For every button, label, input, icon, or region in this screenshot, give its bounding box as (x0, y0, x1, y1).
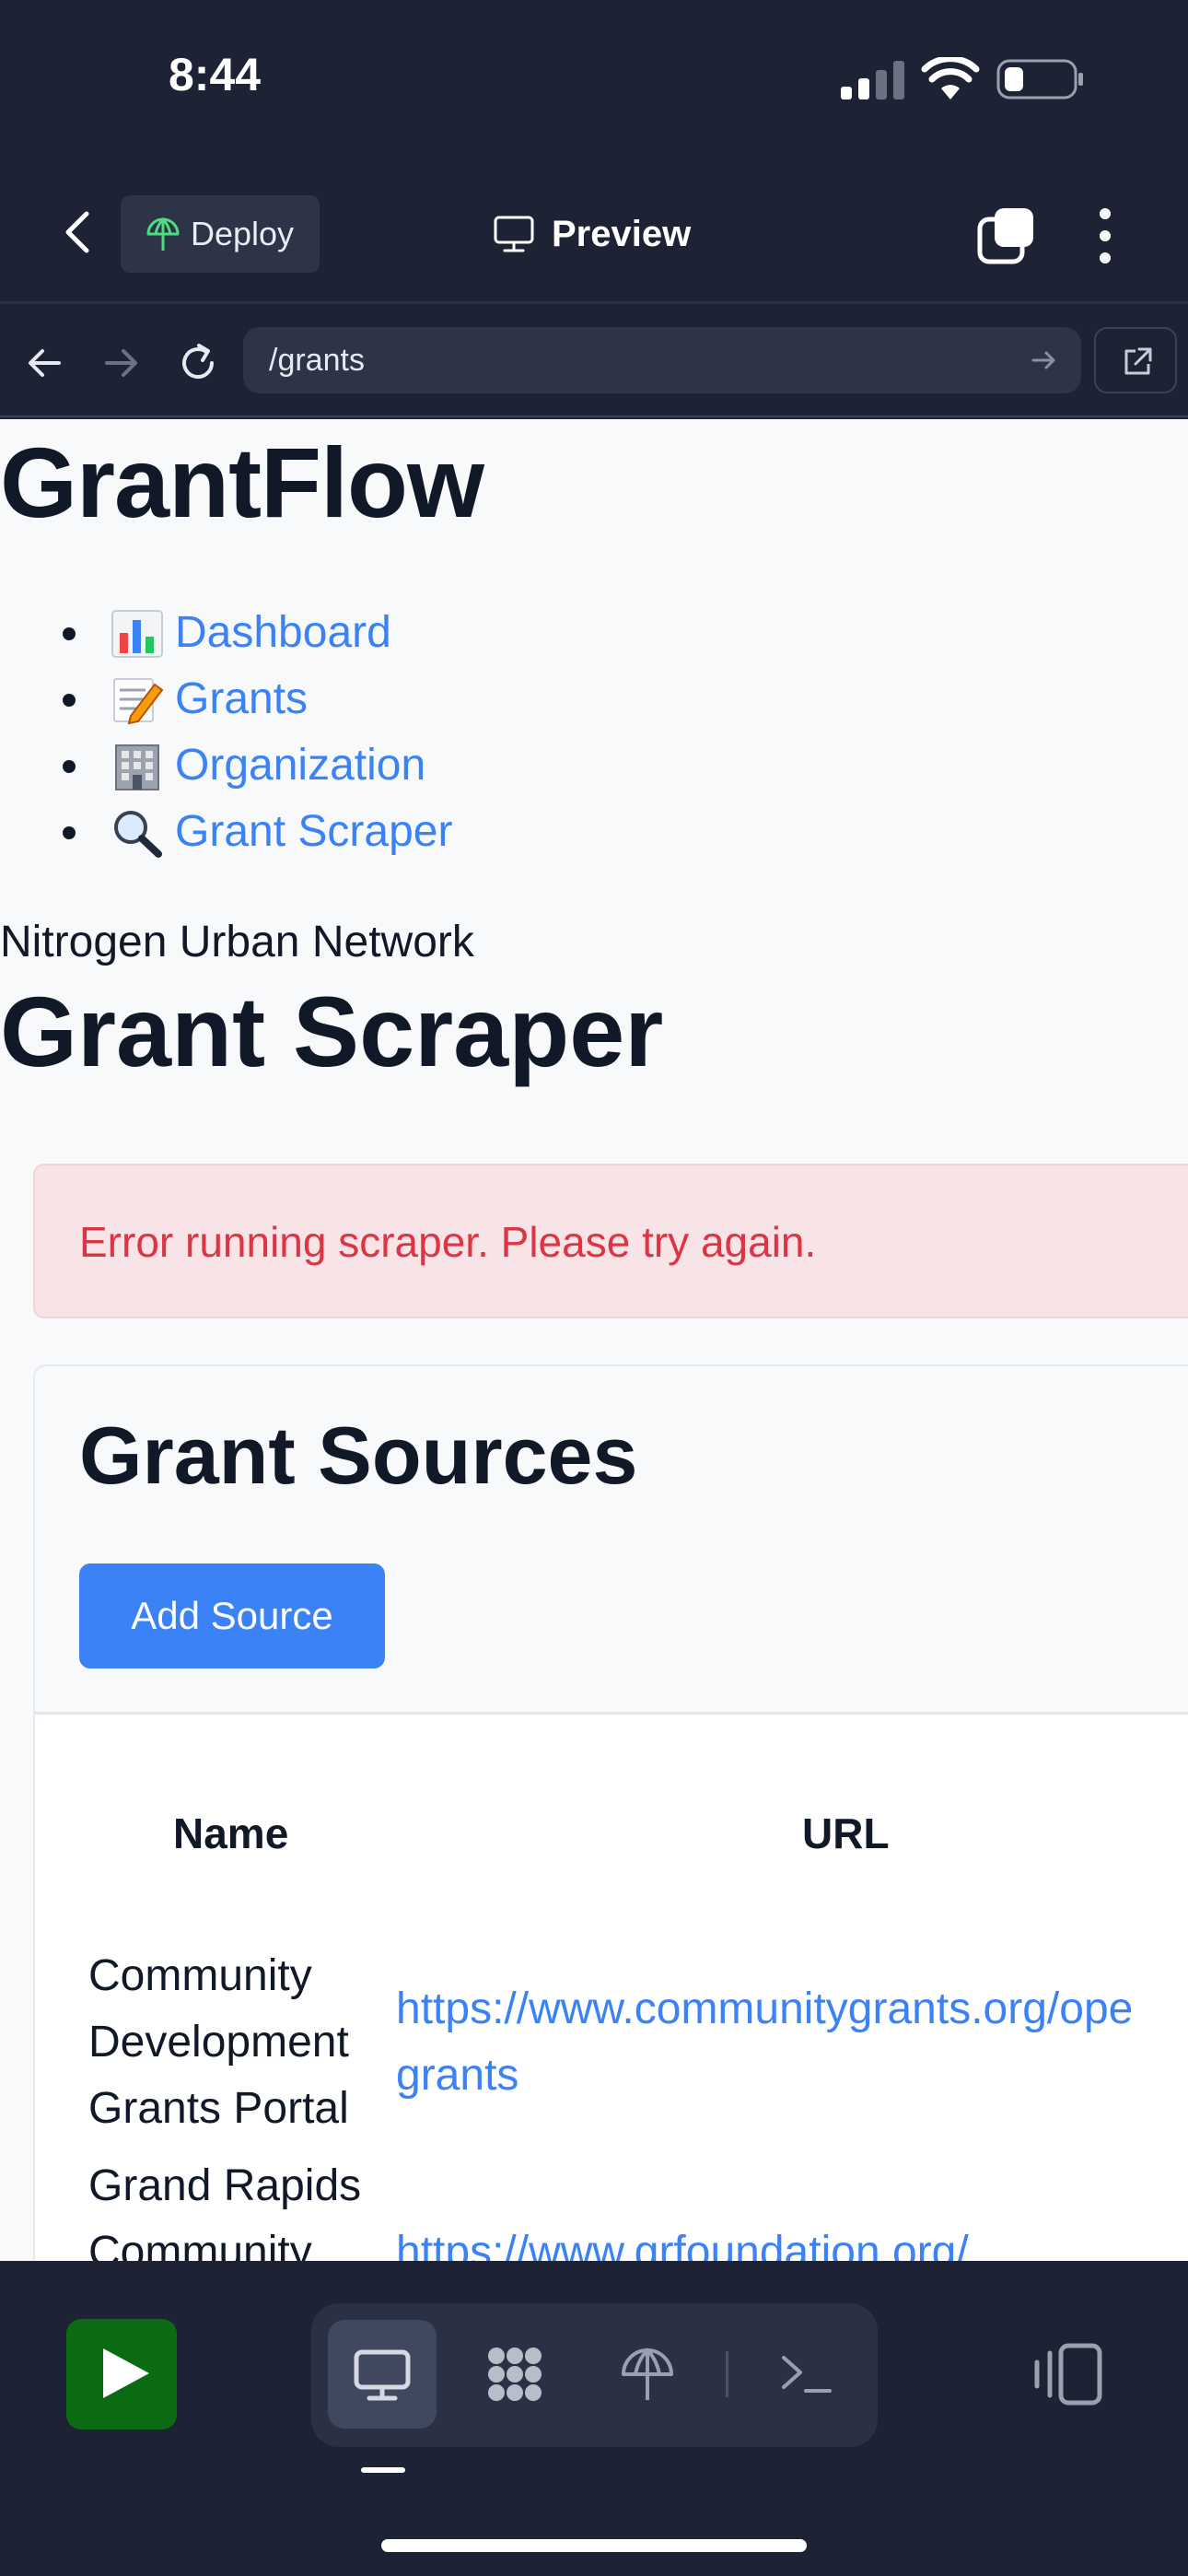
grant-sources-card: Grant Sources Add Source Name URL Commun… (33, 1364, 1188, 2261)
deploy-button[interactable]: Deploy (121, 195, 320, 273)
error-alert: Error running scraper. Please try again. (33, 1164, 1188, 1318)
open-external-button[interactable] (1094, 327, 1177, 393)
monitor-icon (494, 216, 534, 252)
tool-deploy[interactable] (593, 2320, 702, 2429)
preview-label: Preview (552, 213, 692, 254)
url-text: /grants (269, 342, 365, 378)
deploy-umbrella-icon (146, 217, 180, 251)
tool-preview[interactable] (328, 2320, 437, 2429)
status-bar: 8:44 (0, 0, 1188, 166)
source-name: Grand Rapids Community (88, 2161, 362, 2261)
site-title: GrantFlow (0, 427, 484, 538)
organization-name: Nitrogen Urban Network (0, 918, 474, 966)
nav-link-dashboard[interactable]: Dashboard (175, 607, 391, 658)
tool-workflow[interactable] (460, 2320, 569, 2429)
bullet (63, 760, 76, 773)
external-link-icon (1124, 347, 1152, 375)
browser-back-icon[interactable] (22, 340, 68, 386)
cellular-signal-icon (841, 61, 904, 100)
nodes-icon (488, 2348, 542, 2401)
reload-icon[interactable] (175, 340, 221, 386)
device-toggle-icon[interactable] (1030, 2342, 1103, 2406)
source-url-link[interactable]: https://www.grfoundation.org/ (396, 2219, 969, 2261)
status-time: 8:44 (169, 49, 262, 100)
battery-icon (996, 59, 1083, 100)
bullet (63, 627, 76, 640)
url-bar[interactable]: /grants (243, 327, 1081, 393)
bar-chart-emoji-icon (111, 610, 163, 658)
play-icon (103, 2348, 149, 2398)
web-preview: GrantFlow Dashboard Grants Organization … (0, 419, 1188, 2261)
column-header-name: Name (173, 1809, 289, 1857)
bullet (63, 694, 76, 707)
nav-link-organization[interactable]: Organization (175, 740, 425, 790)
back-chevron-icon[interactable] (55, 208, 103, 256)
tool-console[interactable] (751, 2320, 860, 2429)
home-indicator (381, 2539, 807, 2552)
card-header: Grant Sources Add Source (35, 1366, 1188, 1715)
magnifier-emoji-icon (114, 811, 162, 858)
page-title: Grant Scraper (0, 976, 664, 1087)
tabs-icon[interactable] (976, 205, 1037, 265)
nav-link-grant-scraper[interactable]: Grant Scraper (175, 806, 452, 857)
more-options-icon[interactable] (1089, 206, 1122, 265)
monitor-icon (354, 2349, 411, 2401)
view-switcher (311, 2303, 878, 2447)
office-building-emoji-icon (115, 744, 159, 790)
divider (726, 2351, 728, 2397)
active-tab-indicator (361, 2467, 405, 2473)
app-header: Deploy Preview (0, 166, 1188, 304)
browser-bar: /grants (0, 307, 1188, 417)
card-title: Grant Sources (79, 1410, 638, 1501)
deploy-label: Deploy (191, 215, 295, 252)
memo-emoji-icon (113, 678, 164, 725)
preview-title: Preview (493, 206, 691, 262)
bottom-toolbar (0, 2261, 1188, 2576)
column-header-url: URL (802, 1809, 890, 1857)
bullet (63, 826, 76, 839)
error-message: Error running scraper. Please try again. (79, 1218, 817, 1266)
source-url-link[interactable]: https://www.communitygrants.org/ope gran… (396, 1976, 1133, 2109)
wifi-icon (921, 57, 980, 100)
run-button[interactable] (66, 2319, 177, 2430)
add-source-button[interactable]: Add Source (79, 1563, 385, 1669)
go-arrow-icon[interactable] (1030, 345, 1059, 375)
nav-link-grants[interactable]: Grants (175, 673, 308, 724)
umbrella-icon (622, 2348, 673, 2400)
browser-forward-icon[interactable] (98, 340, 144, 386)
terminal-icon (782, 2356, 832, 2393)
source-name: Community Development Grants Portal (88, 1951, 349, 2133)
